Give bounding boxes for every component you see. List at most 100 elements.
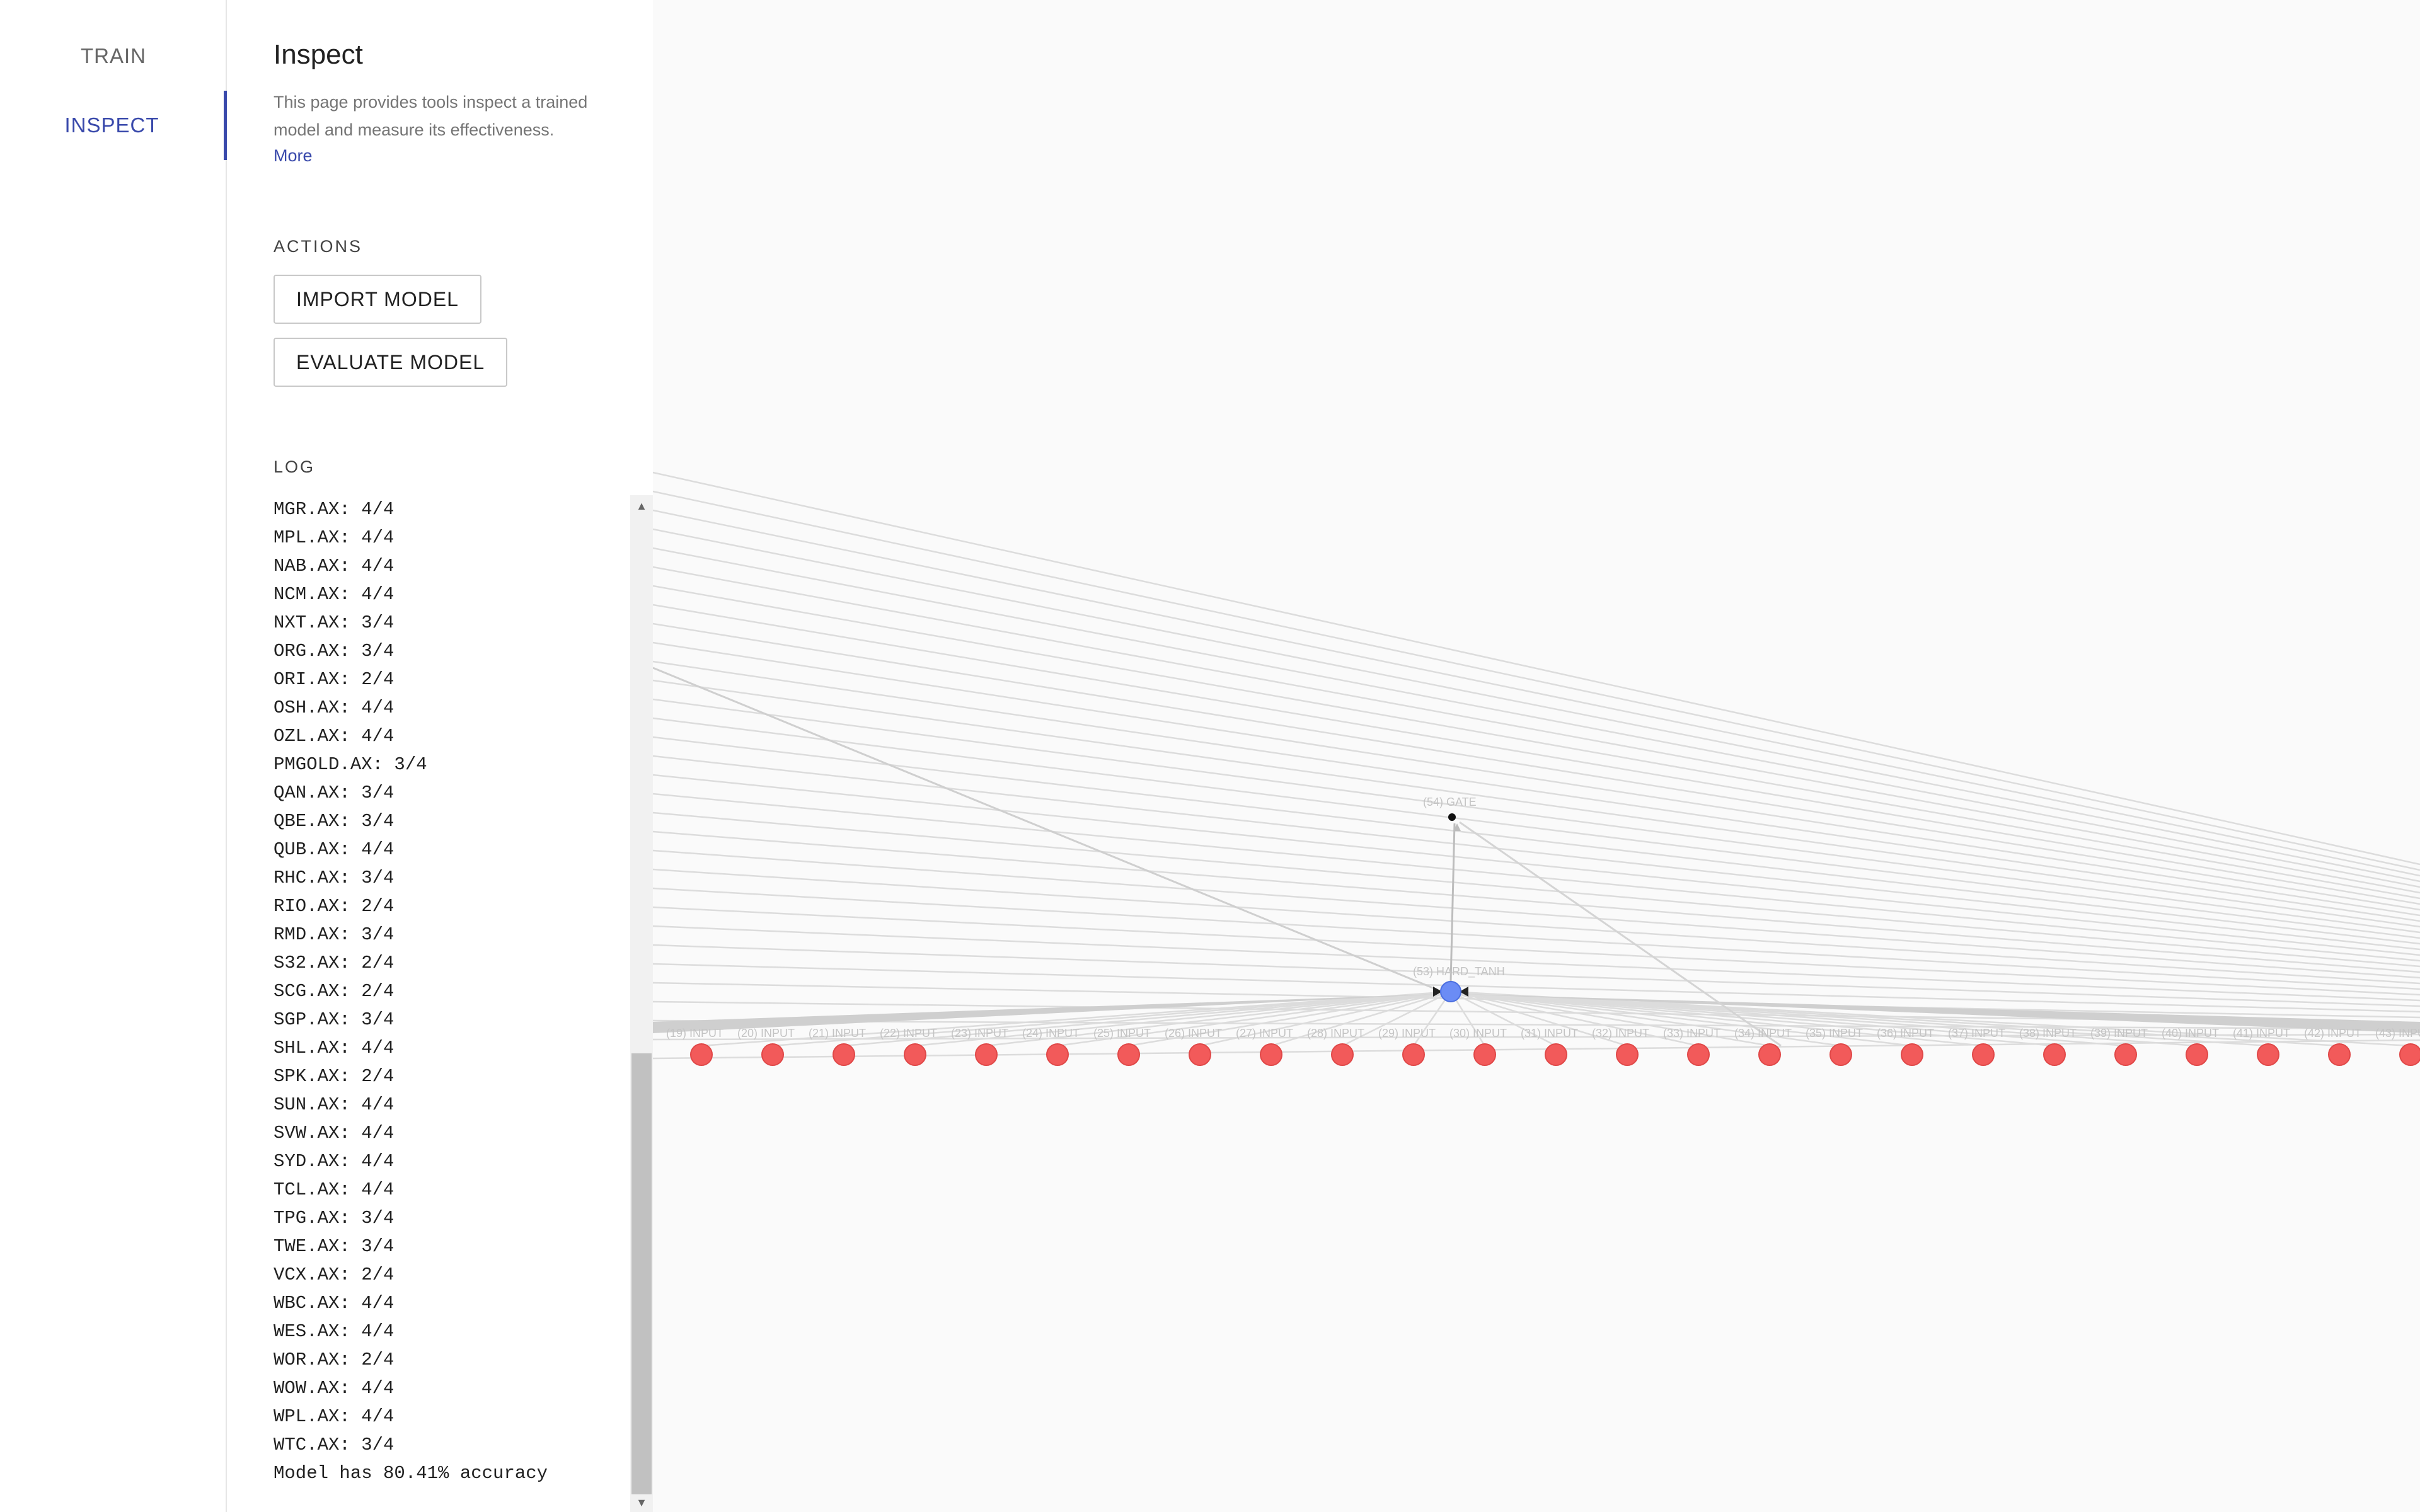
input-node-label: (39) INPUT <box>2090 1027 2148 1040</box>
log-output[interactable]: MGR.AX: 4/4 MPL.AX: 4/4 NAB.AX: 4/4 NCM.AX:… <box>274 495 652 1512</box>
log-line: SCG.AX: 2/4 <box>274 981 395 1002</box>
log-line: RIO.AX: 2/4 <box>274 896 395 917</box>
input-node[interactable] <box>1046 1043 1069 1066</box>
input-node[interactable] <box>1189 1043 1211 1066</box>
log-line: VCX.AX: 2/4 <box>274 1264 395 1285</box>
graph-edge <box>1449 823 1456 982</box>
input-node[interactable] <box>833 1043 855 1066</box>
log-line: Model has 80.41% accuracy <box>274 1463 548 1484</box>
input-node[interactable] <box>2399 1043 2420 1066</box>
input-node-label: (23) INPUT <box>951 1027 1008 1040</box>
input-node-label: (42) INPUT <box>2304 1027 2361 1040</box>
input-node-label: (27) INPUT <box>1236 1027 1293 1040</box>
graph-edge <box>653 868 2420 985</box>
input-node-label: (28) INPUT <box>1307 1027 1364 1040</box>
log-line: NXT.AX: 3/4 <box>274 612 395 633</box>
input-node[interactable] <box>1901 1043 1923 1066</box>
input-node-label: (35) INPUT <box>1806 1027 1863 1040</box>
graph-edge <box>653 490 2420 871</box>
log-line: NAB.AX: 4/4 <box>274 556 395 576</box>
edges-offscreen <box>653 471 2420 1060</box>
log-line: RHC.AX: 3/4 <box>274 868 395 888</box>
input-node[interactable] <box>2257 1043 2279 1066</box>
log-line: WPL.AX: 4/4 <box>274 1406 395 1427</box>
input-node[interactable] <box>1687 1043 1710 1066</box>
evaluate-model-button[interactable]: EVALUATE MODEL <box>274 338 508 387</box>
graph-edge <box>653 471 2420 866</box>
input-node[interactable] <box>2043 1043 2066 1066</box>
input-node[interactable] <box>1545 1043 1567 1066</box>
input-node[interactable] <box>1331 1043 1354 1066</box>
graph-edge <box>653 641 2420 917</box>
graph-edge <box>653 585 2420 900</box>
log-scrollbar[interactable]: ▲ ▼ <box>630 495 653 1512</box>
log-line: ORI.AX: 2/4 <box>274 669 395 690</box>
network-graph[interactable]: (19) INPUT (20) INPUT (21) INPUT (22) INPUT… <box>653 0 2420 1512</box>
log-line: MPL.AX: 4/4 <box>274 527 395 548</box>
input-node[interactable] <box>2114 1043 2137 1066</box>
actions-heading: ACTIONS <box>274 237 363 256</box>
input-node[interactable] <box>690 1043 713 1066</box>
input-node-label: (32) INPUT <box>1592 1027 1649 1040</box>
input-node[interactable] <box>904 1043 926 1066</box>
log-line: QUB.AX: 4/4 <box>274 839 395 860</box>
input-node-label: (36) INPUT <box>1877 1027 1934 1040</box>
log-line: NCM.AX: 4/4 <box>274 584 395 605</box>
log-line: TPG.AX: 3/4 <box>274 1208 395 1228</box>
log-line: WES.AX: 4/4 <box>274 1321 395 1342</box>
log-line: SPK.AX: 2/4 <box>274 1066 395 1087</box>
graph-edge <box>653 887 2420 990</box>
input-node-label: (38) INPUT <box>2019 1027 2077 1040</box>
input-node[interactable] <box>1758 1043 1781 1066</box>
input-node-label: (37) INPUT <box>1948 1027 2005 1040</box>
more-link[interactable]: More <box>274 146 313 166</box>
input-node[interactable] <box>1117 1043 1140 1066</box>
input-node[interactable] <box>975 1043 998 1066</box>
scroll-thumb[interactable] <box>631 1053 652 1494</box>
network-graph-canvas[interactable]: (19) INPUT (20) INPUT (21) INPUT (22) INPUT… <box>653 0 2420 1512</box>
nav-item-train[interactable]: TRAIN <box>0 21 227 91</box>
side-nav: TRAIN INSPECT <box>0 0 227 1512</box>
log-heading: LOG <box>274 457 316 476</box>
input-node[interactable] <box>2186 1043 2208 1066</box>
log-line: OSH.AX: 4/4 <box>274 697 395 718</box>
input-node[interactable] <box>1473 1043 1496 1066</box>
log-line: SGP.AX: 3/4 <box>274 1009 395 1030</box>
input-node-label: (25) INPUT <box>1093 1027 1151 1040</box>
input-node-label: (40) INPUT <box>2162 1027 2219 1040</box>
inspect-panel: Inspect This page provides tools inspect… <box>227 0 653 1512</box>
input-node[interactable] <box>2328 1043 2351 1066</box>
import-model-button[interactable]: IMPORT MODEL <box>274 275 481 324</box>
input-node[interactable] <box>1616 1043 1639 1066</box>
input-node[interactable] <box>761 1043 784 1066</box>
gate-node-label: (54) GATE <box>1423 796 1477 808</box>
log-line: SUN.AX: 4/4 <box>274 1094 395 1115</box>
input-node[interactable] <box>1260 1043 1282 1066</box>
input-node-label: (22) INPUT <box>880 1027 937 1040</box>
gate-node[interactable] <box>1448 813 1456 821</box>
hidden-node[interactable] <box>1440 981 1461 1002</box>
graph-edge <box>653 698 2420 934</box>
input-node[interactable] <box>1829 1043 1852 1066</box>
log-lines: MGR.AX: 4/4 MPL.AX: 4/4 NAB.AX: 4/4 NCM.AX:… <box>274 495 548 1487</box>
input-node-label: (34) INPUT <box>1734 1027 1792 1040</box>
input-node-label: (26) INPUT <box>1165 1027 1222 1040</box>
input-node-label: (41) INPUT <box>2233 1027 2290 1040</box>
input-node-label: (43) INPUT <box>2375 1027 2420 1040</box>
graph-edge <box>653 622 2420 911</box>
input-node[interactable] <box>1972 1043 1995 1066</box>
input-node-label: (33) INPUT <box>1663 1027 1720 1040</box>
nav-item-inspect[interactable]: INSPECT <box>0 91 227 160</box>
graph-edge <box>653 793 2420 962</box>
input-node-label: (21) INPUT <box>809 1027 866 1040</box>
scroll-down-icon[interactable]: ▼ <box>630 1493 653 1512</box>
input-node[interactable] <box>1402 1043 1425 1066</box>
graph-edge <box>653 774 2420 956</box>
scroll-up-icon[interactable]: ▲ <box>630 496 653 515</box>
graph-edge <box>653 849 2420 979</box>
graph-edge <box>653 925 2420 1002</box>
page-description: This page provides tools inspect a train… <box>274 93 588 139</box>
log-line: WOR.AX: 2/4 <box>274 1349 395 1370</box>
log-line: WBC.AX: 4/4 <box>274 1293 395 1314</box>
hidden-node-label: (53) HARD_TANH <box>1413 965 1505 978</box>
